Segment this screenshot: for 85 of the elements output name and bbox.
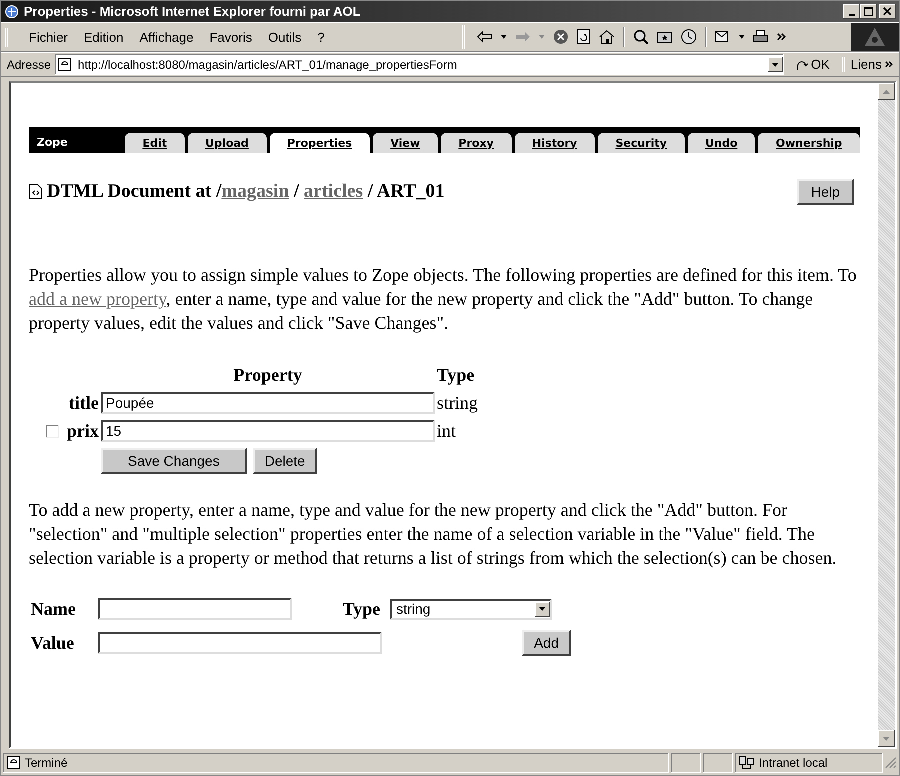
add-property-link[interactable]: add a new property <box>29 289 166 309</box>
minimize-icon <box>848 14 854 16</box>
menu-item[interactable]: Outils <box>261 28 309 46</box>
status-panel <box>703 753 733 773</box>
property-type: string <box>437 392 480 414</box>
tab[interactable]: History <box>514 133 596 153</box>
intro-paragraph: Properties allow you to assign simple values to Zope objects. The following properties are defined for this item. To add a new property, enter a name, type and value for the new property and click the "Add" button. To change property values, edit the values and click "Save Changes". <box>29 264 858 335</box>
tab[interactable]: View <box>372 133 438 153</box>
menu-item[interactable]: Favoris <box>202 28 260 46</box>
input-field[interactable]: 15 <box>101 420 435 442</box>
help-button[interactable]: Help <box>797 179 854 205</box>
caret-icon <box>539 607 546 611</box>
add-button[interactable]: Add <box>522 630 571 656</box>
tab[interactable]: Security <box>598 133 685 153</box>
security-zone: Intranet local <box>759 756 828 770</box>
form-button[interactable]: Save Changes <box>101 448 247 474</box>
back-arrow-icon[interactable] <box>477 31 493 43</box>
column-header: Property <box>232 365 304 386</box>
mail-icon[interactable] <box>715 30 731 44</box>
chevron-icon[interactable] <box>777 33 787 41</box>
close-button[interactable] <box>879 4 896 19</box>
vertical-scrollbar[interactable] <box>878 83 895 747</box>
tab[interactable]: Undo <box>688 133 756 153</box>
maximize-button[interactable] <box>860 4 877 19</box>
caret-icon <box>772 62 780 66</box>
input-field[interactable] <box>98 598 292 620</box>
column-header: Type <box>437 365 476 386</box>
refresh-icon[interactable] <box>577 29 591 45</box>
scroll-up-button[interactable] <box>878 83 895 100</box>
field-label: Name <box>31 598 77 620</box>
input-field[interactable] <box>98 632 382 654</box>
property-type: int <box>437 420 458 442</box>
dropdown-caret-icon[interactable] <box>739 35 745 39</box>
up-caret-icon <box>883 90 890 94</box>
breadcrumb-link[interactable]: magasin <box>222 181 290 202</box>
caret-icon <box>883 736 890 740</box>
browser-logo-icon <box>4 4 20 20</box>
status-text: Terminé <box>25 756 68 770</box>
stop-icon[interactable] <box>553 29 569 45</box>
property-name: prix <box>66 420 99 442</box>
home-icon[interactable] <box>599 29 615 45</box>
print-icon[interactable] <box>753 30 769 44</box>
search-icon[interactable] <box>633 29 649 45</box>
property-name: title <box>69 392 99 414</box>
maximize-icon <box>864 7 873 16</box>
menu-item[interactable]: Affichage <box>132 28 201 46</box>
menu-item[interactable]: Edition <box>77 28 131 46</box>
breadcrumb-link[interactable]: articles <box>304 181 364 202</box>
page-heading: DTML Document at /magasin / articles / ART_01 <box>47 181 446 203</box>
input-field[interactable]: Poupée <box>101 392 435 414</box>
page-icon <box>7 756 21 770</box>
resize-grip-icon <box>885 757 897 769</box>
minimize-button[interactable] <box>843 4 860 19</box>
tab[interactable]: Properties <box>270 133 370 153</box>
address-field[interactable]: http://localhost:8080/magasin/articles/ART_01/manage_propertiesForm <box>55 54 784 75</box>
checkbox[interactable] <box>46 424 59 438</box>
tab[interactable]: Edit <box>125 133 185 153</box>
clock-icon[interactable] <box>681 29 697 45</box>
network-computer-icon <box>739 756 755 770</box>
window-title: Properties - Microsoft Internet Explorer fourni par AOL <box>24 4 362 19</box>
dropdown-button[interactable] <box>768 57 784 72</box>
field-label: Type <box>342 598 382 620</box>
zope-logo: Zope <box>36 136 69 151</box>
scroll-down-button[interactable] <box>878 730 895 747</box>
go-button[interactable]: OK <box>788 57 838 72</box>
menu-item[interactable]: ? <box>310 28 332 46</box>
field-label: Value <box>31 632 76 654</box>
help-paragraph: To add a new property, enter a name, type and value for the new property and click the "Add" button. For "selection" and "multiple selection" properties enter the name of a selection variable in the "Value" field. The selection variable is a property or method that returns a list of strings from which the selection(s) can be chosen. <box>29 499 838 570</box>
close-icon <box>883 7 892 16</box>
form-button[interactable]: Delete <box>252 448 318 474</box>
address-label: Adresse <box>7 58 52 72</box>
document-icon <box>29 184 43 200</box>
page-icon <box>58 58 72 72</box>
links-button[interactable]: Liens <box>842 57 899 72</box>
menu-item[interactable]: Fichier <box>22 28 76 46</box>
dropdown-caret-icon[interactable] <box>501 35 507 39</box>
type-select[interactable]: string <box>390 598 552 620</box>
tab[interactable]: Ownership <box>758 133 860 153</box>
status-panel <box>671 753 701 773</box>
tab[interactable]: Upload <box>188 133 267 153</box>
triangle-logo-icon <box>864 27 886 47</box>
tab[interactable]: Proxy <box>440 133 512 153</box>
dropdown-button[interactable] <box>535 602 550 616</box>
chevron-icon <box>885 61 893 68</box>
curved-arrow-icon <box>796 58 808 70</box>
